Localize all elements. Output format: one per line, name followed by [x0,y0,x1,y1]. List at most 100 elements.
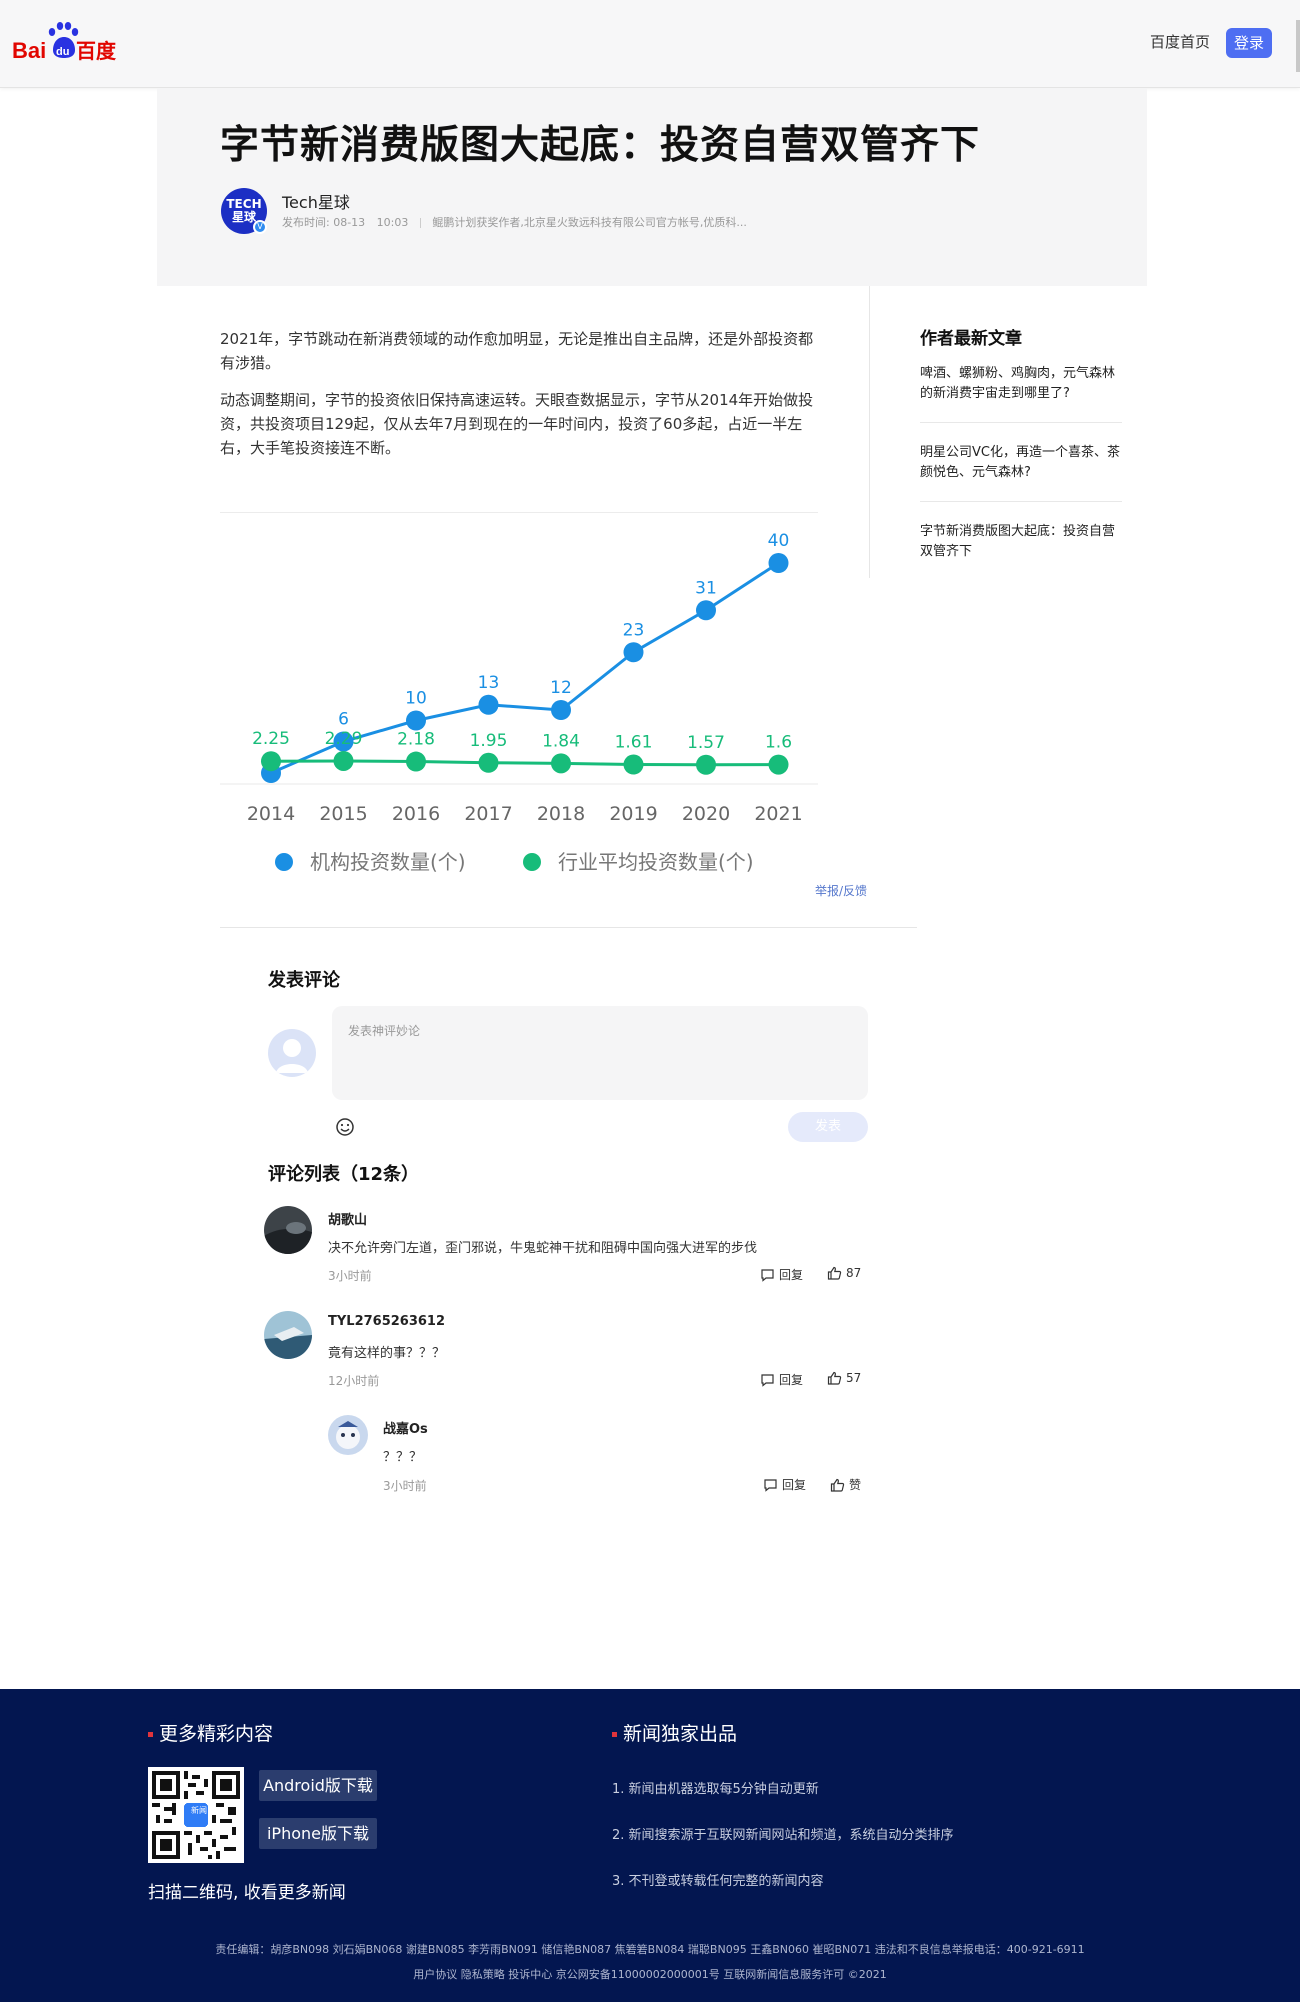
svg-text:du: du [56,46,69,58]
svg-text:Bai: Bai [12,38,46,63]
divider [920,422,1122,423]
data-label: 1.95 [470,731,508,751]
x-tick-label: 2018 [537,803,585,825]
like-button[interactable]: 赞 [830,1476,861,1493]
like-button[interactable]: 57 [827,1371,861,1385]
data-label: 13 [478,673,500,693]
reply-label: 回复 [779,1373,804,1387]
data-label: 1.61 [615,733,653,753]
data-point-1 [696,754,716,775]
comment-list-heading: 评论列表（12条） [268,1164,420,1185]
reply-button[interactable]: 回复 [763,1476,806,1493]
x-tick-label: 2019 [609,803,657,825]
comment-text: ？？？ [383,1450,423,1465]
footer-exclusive-heading: 新闻独家出品 [612,1719,737,1746]
data-label: 12 [550,678,572,698]
baidu-logo[interactable]: Bai du 百度 [12,20,117,66]
data-point-1 [261,751,281,772]
reply-label: 回复 [782,1478,807,1492]
like-button[interactable]: 87 [827,1266,861,1280]
android-download-button[interactable]: Android版下载 [259,1770,377,1801]
footer-note: 2. 新闻搜索源于互联网新闻网站和频道，系统自动分类排序 [612,1828,954,1843]
publish-clock: 10:03 [376,216,409,229]
publish-time: 发布时间: 08-13 [282,216,366,229]
commenter-name[interactable]: TYL2765263612 [328,1314,445,1329]
reply-button[interactable]: 回复 [760,1266,803,1283]
data-point-0 [478,694,499,715]
data-label: 2.18 [397,730,435,750]
data-point-0 [406,710,426,731]
sidebar-title: 作者最新文章 [920,329,1022,349]
data-point-0 [696,600,716,621]
x-tick-label: 2021 [754,803,802,825]
data-point-1 [406,751,426,772]
column-divider [869,286,870,578]
commenter-avatar[interactable] [264,1206,312,1254]
divider [220,927,917,928]
investment-line-chart: 6 10 13 12 23 31 40 2.25 2.29 2.18 1.95 1.84 1.61 1.5… [220,531,818,874]
article-title: 字节新消费版图大起底：投资自营双管齐下 [220,123,981,168]
report-feedback-link[interactable]: 举报/反馈 [815,882,867,899]
qr-caption: 扫描二维码, 收看更多新闻 [148,1883,346,1903]
reply-label: 回复 [779,1268,804,1282]
commenter-name[interactable]: 战嘉Os [383,1418,428,1437]
data-label: 10 [405,689,427,709]
thumbs-up-icon [827,1371,842,1385]
qr-label: 新闻 [191,1806,207,1815]
commenter-avatar[interactable] [328,1415,368,1455]
data-label: 2.29 [325,729,363,749]
comment-time: 12小时前 [328,1374,380,1388]
footer-note: 3. 不刊登或转载任何完整的新闻内容 [612,1874,824,1889]
baidu-home-link[interactable]: 百度首页 [1150,31,1210,52]
commenter-name[interactable]: 胡歌山 [328,1209,367,1228]
sidebar-article-link[interactable]: 啤酒、螺狮粉、鸡胸肉，元气森林的新消费宇宙走到哪里了? [920,364,1124,404]
data-point-1 [333,750,354,771]
like-count: 87 [846,1266,862,1280]
iphone-download-button[interactable]: iPhone版下载 [259,1818,377,1849]
scrollbar[interactable] [1296,20,1300,72]
comment-icon [761,1268,774,1282]
publish-button[interactable]: 发表 [788,1112,868,1142]
like-count: 57 [846,1371,862,1385]
data-label: 2.25 [252,729,290,749]
comment-icon [764,1478,777,1492]
comment-text: 竟有这样的事？？？ [328,1346,446,1361]
comment-input[interactable]: 发表神评妙论 [332,1006,868,1100]
top-bar: Bai du 百度 百度首页 登录 [0,0,1300,88]
data-point-0 [768,553,789,573]
author-description: 鲲鹏计划获奖作者,北京星火致远科技有限公司官方帐号,优质科... [432,216,747,229]
data-label: 6 [338,710,349,730]
author-name[interactable]: Tech星球 [282,189,350,213]
emoji-icon[interactable] [334,1116,356,1138]
footer-note: 1. 新闻由机器选取每5分钟自动更新 [612,1782,819,1797]
data-point-1 [768,754,789,775]
data-point-0 [551,700,571,720]
data-label: 40 [768,531,790,551]
x-tick-label: 2016 [392,803,440,825]
x-tick-label: 2017 [464,803,512,825]
reply-button[interactable]: 回复 [760,1371,803,1388]
footer-legal-links[interactable]: 用户协议 隐私策略 投诉中心 京公网安备11000002000001号 互联网新… [0,1966,1300,1982]
footer-editors: 责任编辑：胡彦BN098 刘石娟BN068 谢建BN085 李芳雨BN091 储… [215,1943,1085,1956]
x-tick-label: 2015 [319,803,367,825]
like-count: 赞 [849,1478,862,1492]
legend-label: 行业平均投资数量(个) [558,850,754,874]
legend-marker [275,853,293,871]
comment-time: 3小时前 [328,1269,372,1283]
sidebar-article-link[interactable]: 字节新消费版图大起底：投资自营双管齐下 [920,522,1124,562]
commenter-avatar[interactable] [264,1311,312,1359]
data-label: 1.57 [687,733,725,753]
data-label: 31 [695,578,717,598]
data-label: 23 [623,620,645,640]
sidebar-article-link[interactable]: 明星公司VC化，再造一个喜茶、茶颜悦色、元气森林? [920,443,1124,483]
author-meta: 发布时间: 08-13 10:03 鲲鹏计划获奖作者,北京星火致远科技有限公司官… [282,214,747,230]
article-paragraph: 动态调整期间，字节的投资依旧保持高速运转。天眼查数据显示，字节从2014年开始做… [220,391,814,457]
user-avatar [268,1029,316,1077]
data-label: 1.6 [765,733,792,753]
comment-icon [761,1373,774,1387]
login-button[interactable]: 登录 [1226,28,1272,58]
data-label: 1.84 [542,731,580,751]
svg-text:百度: 百度 [76,39,116,63]
x-tick-label: 2014 [247,803,295,825]
legend-label: 机构投资数量(个) [310,850,466,874]
